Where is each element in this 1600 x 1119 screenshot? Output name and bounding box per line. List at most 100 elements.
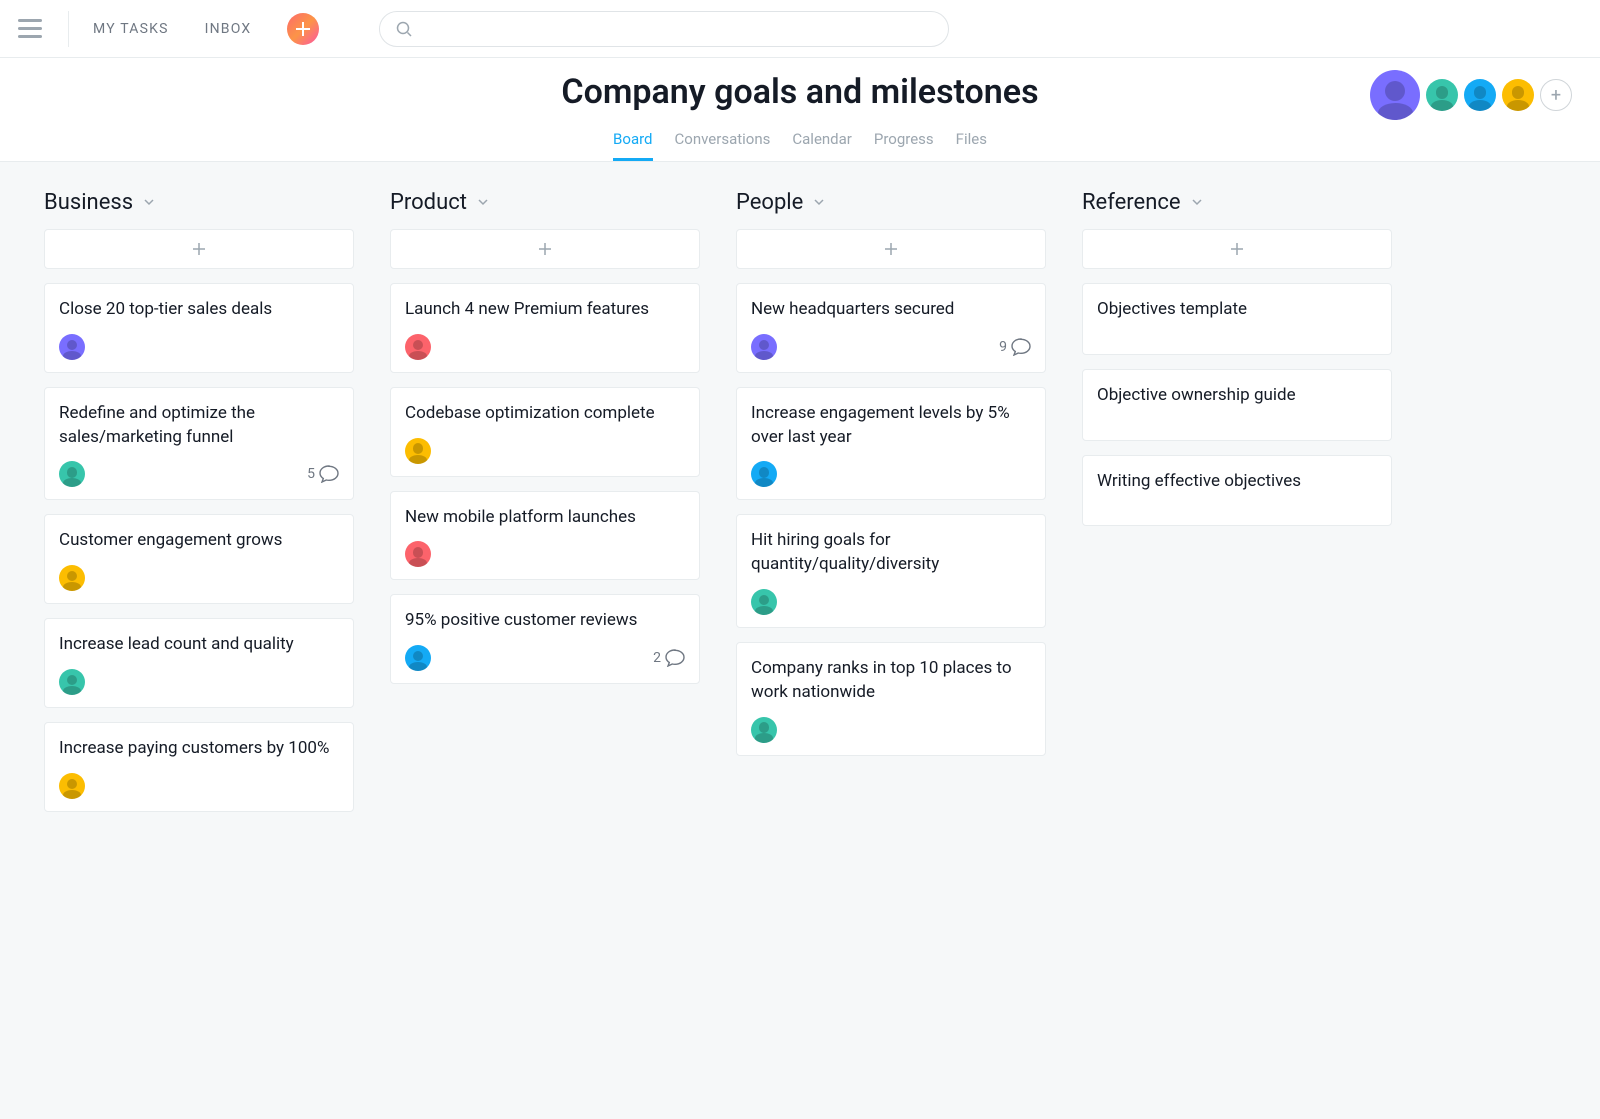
chevron-down-icon: [1191, 196, 1203, 208]
chevron-down-icon: [143, 196, 155, 208]
tab-files[interactable]: Files: [956, 130, 987, 161]
card-title: Hit hiring goals for quantity/quality/di…: [751, 529, 1031, 577]
project-header: Company goals and milestones + Board Con…: [0, 58, 1600, 162]
nav-my-tasks[interactable]: MY TASKS: [93, 21, 169, 37]
tab-conversations[interactable]: Conversations: [675, 130, 771, 161]
assignee-avatar[interactable]: [405, 645, 431, 671]
assignee-avatar[interactable]: [751, 717, 777, 743]
card-title: Launch 4 new Premium features: [405, 298, 685, 322]
card[interactable]: Customer engagement grows: [44, 514, 354, 604]
comment-count[interactable]: 9: [999, 338, 1031, 356]
assignee-avatar[interactable]: [59, 565, 85, 591]
comment-count[interactable]: 5: [307, 465, 339, 483]
avatar[interactable]: [1464, 79, 1496, 111]
add-card-button[interactable]: [736, 229, 1046, 269]
add-button[interactable]: [287, 13, 319, 45]
search-input[interactable]: [420, 21, 932, 37]
column-header[interactable]: Product: [390, 190, 700, 215]
assignee-avatar[interactable]: [751, 589, 777, 615]
divider: [68, 11, 69, 47]
nav-inbox[interactable]: INBOX: [205, 21, 252, 37]
card-footer: [751, 717, 1031, 743]
card-footer: [405, 541, 685, 567]
comment-icon: [319, 465, 339, 483]
tab-progress[interactable]: Progress: [874, 130, 934, 161]
plus-icon: [1230, 242, 1244, 256]
card[interactable]: New headquarters secured 9: [736, 283, 1046, 373]
card-title: Increase lead count and quality: [59, 633, 339, 657]
card-footer: [59, 669, 339, 695]
board: Business Close 20 top-tier sales deals Red…: [0, 162, 1600, 1119]
avatar[interactable]: [1502, 79, 1534, 111]
assignee-avatar[interactable]: [751, 461, 777, 487]
assignee-avatar[interactable]: [405, 541, 431, 567]
assignee-avatar[interactable]: [405, 438, 431, 464]
board-column: People New headquarters secured 9 Increase …: [736, 190, 1046, 770]
card[interactable]: Objectives template: [1082, 283, 1392, 355]
card-title: Close 20 top-tier sales deals: [59, 298, 339, 322]
assignee-avatar[interactable]: [59, 773, 85, 799]
assignee-avatar[interactable]: [59, 334, 85, 360]
card-footer: [405, 438, 685, 464]
card-footer: 2: [405, 645, 685, 671]
card[interactable]: New mobile platform launches: [390, 491, 700, 581]
column-header[interactable]: People: [736, 190, 1046, 215]
comment-count[interactable]: 2: [653, 649, 685, 667]
card[interactable]: 95% positive customer reviews2: [390, 594, 700, 684]
top-bar: MY TASKS INBOX: [0, 0, 1600, 58]
card[interactable]: Increase lead count and quality: [44, 618, 354, 708]
search-field[interactable]: [379, 11, 949, 47]
card[interactable]: Hit hiring goals for quantity/quality/di…: [736, 514, 1046, 628]
plus-icon: [884, 242, 898, 256]
card[interactable]: Objective ownership guide: [1082, 369, 1392, 441]
column-title: Business: [44, 190, 133, 215]
add-member-button[interactable]: +: [1540, 79, 1572, 111]
column-header[interactable]: Reference: [1082, 190, 1392, 215]
card-footer: [751, 461, 1031, 487]
card-title: New mobile platform launches: [405, 506, 685, 530]
comment-icon: [1011, 338, 1031, 356]
menu-icon[interactable]: [16, 15, 44, 43]
card[interactable]: Codebase optimization complete: [390, 387, 700, 477]
column-header[interactable]: Business: [44, 190, 354, 215]
tab-calendar[interactable]: Calendar: [792, 130, 852, 161]
board-column: Reference Objectives template Objective ow…: [1082, 190, 1392, 540]
column-title: People: [736, 190, 803, 215]
avatar[interactable]: [1370, 70, 1420, 120]
card[interactable]: Close 20 top-tier sales deals: [44, 283, 354, 373]
comment-icon: [665, 649, 685, 667]
board-column: Product Launch 4 new Premium features Code…: [390, 190, 700, 698]
project-title: Company goals and milestones: [0, 58, 1600, 112]
card-title: Customer engagement grows: [59, 529, 339, 553]
card-footer: [751, 589, 1031, 615]
column-title: Product: [390, 190, 467, 215]
card-footer: [59, 565, 339, 591]
add-card-button[interactable]: [390, 229, 700, 269]
card[interactable]: Launch 4 new Premium features: [390, 283, 700, 373]
assignee-avatar[interactable]: [59, 669, 85, 695]
card[interactable]: Increase engagement levels by 5% over la…: [736, 387, 1046, 501]
add-card-button[interactable]: [44, 229, 354, 269]
add-card-button[interactable]: [1082, 229, 1392, 269]
board-column: Business Close 20 top-tier sales deals Red…: [44, 190, 354, 826]
card-title: Writing effective objectives: [1097, 470, 1377, 494]
card[interactable]: Writing effective objectives: [1082, 455, 1392, 527]
card-footer: 9: [751, 334, 1031, 360]
card-title: New headquarters secured: [751, 298, 1031, 322]
tab-board[interactable]: Board: [613, 130, 652, 161]
plus-icon: [538, 242, 552, 256]
column-title: Reference: [1082, 190, 1181, 215]
card[interactable]: Increase paying customers by 100%: [44, 722, 354, 812]
plus-icon: [192, 242, 206, 256]
assignee-avatar[interactable]: [59, 461, 85, 487]
plus-icon: [296, 22, 310, 36]
assignee-avatar[interactable]: [751, 334, 777, 360]
avatar[interactable]: [1426, 79, 1458, 111]
card[interactable]: Company ranks in top 10 places to work n…: [736, 642, 1046, 756]
card-footer: [405, 334, 685, 360]
card[interactable]: Redefine and optimize the sales/marketin…: [44, 387, 354, 501]
project-tabs: Board Conversations Calendar Progress Fi…: [0, 130, 1600, 161]
card-title: Objectives template: [1097, 298, 1377, 322]
card-title: Redefine and optimize the sales/marketin…: [59, 402, 339, 450]
assignee-avatar[interactable]: [405, 334, 431, 360]
